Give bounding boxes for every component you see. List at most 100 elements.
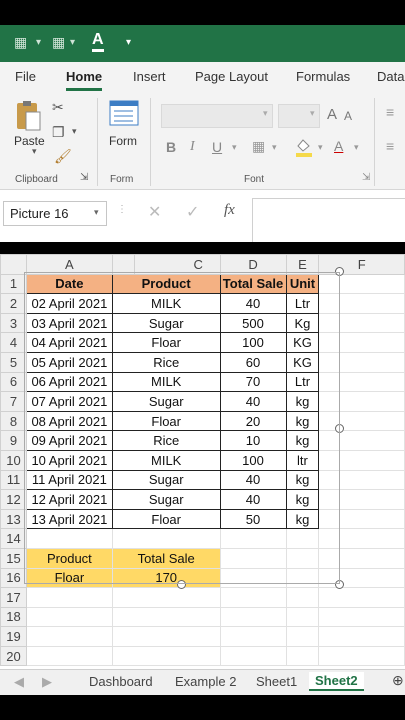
sheet-tab-sheet1[interactable]: Sheet1	[256, 674, 297, 689]
paste-icon[interactable]	[14, 100, 42, 132]
customize-quick-access-icon[interactable]: ▾	[126, 37, 131, 48]
form-icon[interactable]	[109, 100, 139, 126]
format-painter-icon[interactable]: 🖌	[54, 148, 72, 165]
cell-total-sale[interactable]: 500	[219, 312, 287, 334]
cell-product[interactable]: Floar	[111, 332, 221, 353]
cell[interactable]	[111, 606, 221, 628]
cell-total-sale[interactable]: 40	[219, 293, 287, 314]
column-header-e[interactable]: E	[285, 254, 320, 275]
cell[interactable]	[219, 547, 287, 569]
cell-total-sale[interactable]: 50	[219, 508, 287, 530]
row-header[interactable]: 11	[0, 469, 27, 491]
sheet-tab-dashboard[interactable]: Dashboard	[89, 674, 153, 689]
header-cell-product[interactable]: Product	[111, 273, 221, 295]
cell[interactable]	[318, 606, 405, 628]
lookup-total-value[interactable]: 170	[111, 567, 221, 589]
row-header[interactable]: 13	[0, 508, 27, 530]
cell-date[interactable]: 08 April 2021	[25, 410, 113, 432]
name-box[interactable]: Picture 16	[3, 201, 107, 226]
tab-formulas[interactable]: Formulas	[296, 69, 350, 84]
underline-button[interactable]: U	[212, 139, 222, 155]
cell[interactable]	[318, 371, 405, 393]
cell[interactable]	[318, 547, 405, 569]
cell[interactable]	[219, 626, 287, 647]
cell-total-sale[interactable]: 60	[219, 351, 287, 373]
dialog-launcher-icon[interactable]: ⇲	[80, 172, 88, 183]
cut-icon[interactable]: ✂	[52, 99, 64, 116]
resize-handle[interactable]	[177, 580, 186, 589]
cell-total-sale[interactable]: 20	[219, 410, 287, 432]
cell-total-sale[interactable]: 40	[219, 391, 287, 412]
row-header[interactable]: 12	[0, 489, 27, 510]
cell[interactable]	[318, 449, 405, 471]
column-header-b-c[interactable]: BC	[133, 254, 221, 275]
cell[interactable]	[318, 469, 405, 491]
chevron-down-icon[interactable]: ▾	[318, 142, 323, 153]
cell[interactable]	[318, 312, 405, 334]
cell-date[interactable]: 02 April 2021	[25, 293, 113, 314]
cell-unit[interactable]: kg	[285, 430, 320, 451]
cell[interactable]	[285, 567, 320, 589]
column-header-f[interactable]: F	[318, 254, 405, 275]
cell-table[interactable]: A BC D E F 1DateProductTotal SaleUnit202…	[0, 254, 405, 667]
cell-date[interactable]: 10 April 2021	[25, 449, 113, 471]
worksheet-grid[interactable]: A BC D E F 1DateProductTotal SaleUnit202…	[0, 254, 405, 669]
cell[interactable]	[25, 626, 113, 647]
cell-product[interactable]: Floar	[111, 410, 221, 432]
paste-button[interactable]: Paste	[14, 134, 45, 148]
cell[interactable]	[318, 645, 405, 667]
cell[interactable]	[318, 508, 405, 530]
cell[interactable]	[219, 587, 287, 608]
tab-insert[interactable]: Insert	[133, 69, 166, 84]
cell[interactable]	[111, 587, 221, 608]
borders-icon[interactable]: ▦	[252, 138, 265, 155]
row-header[interactable]: 16	[0, 567, 27, 589]
header-cell-total-sale[interactable]: Total Sale	[219, 273, 287, 295]
font-color-button[interactable]: A	[334, 138, 343, 154]
cell[interactable]	[219, 567, 287, 589]
scroll-right-icon[interactable]: ▶	[42, 674, 52, 690]
row-header[interactable]: 19	[0, 626, 27, 647]
cell-unit[interactable]: kg	[285, 489, 320, 510]
formula-input[interactable]	[252, 198, 405, 242]
cell-total-sale[interactable]: 100	[219, 332, 287, 353]
cell-date[interactable]: 09 April 2021	[25, 430, 113, 451]
cell[interactable]	[318, 489, 405, 510]
cell[interactable]	[285, 528, 320, 549]
font-name-dropdown[interactable]	[161, 104, 273, 128]
cell-date[interactable]: 06 April 2021	[25, 371, 113, 393]
align-top-icon[interactable]: ≡	[386, 104, 394, 120]
row-header[interactable]: 3	[0, 312, 27, 334]
cell[interactable]	[318, 410, 405, 432]
row-header[interactable]: 14	[0, 528, 27, 549]
row-header[interactable]: 20	[0, 645, 27, 667]
resize-handle[interactable]	[335, 424, 344, 433]
cell[interactable]	[318, 332, 405, 353]
cell-date[interactable]: 04 April 2021	[25, 332, 113, 353]
cell[interactable]	[25, 606, 113, 628]
cell[interactable]	[285, 645, 320, 667]
header-cell-date[interactable]: Date	[25, 273, 113, 295]
cell[interactable]	[25, 645, 113, 667]
sheet-tab-sheet2[interactable]: Sheet2	[309, 672, 364, 691]
cell-unit[interactable]: KG	[285, 351, 320, 373]
cell-unit[interactable]: Kg	[285, 312, 320, 334]
cell[interactable]	[318, 567, 405, 589]
cell-product[interactable]: Rice	[111, 351, 221, 373]
cell-product[interactable]: Rice	[111, 430, 221, 451]
cell-product[interactable]: MILK	[111, 293, 221, 314]
cell-total-sale[interactable]: 10	[219, 430, 287, 451]
save-icon[interactable]: ▦	[14, 34, 27, 51]
cell-product[interactable]: MILK	[111, 449, 221, 471]
cell[interactable]	[318, 293, 405, 314]
cell-unit[interactable]: kg	[285, 508, 320, 530]
cell[interactable]	[25, 528, 113, 549]
cell[interactable]	[318, 528, 405, 549]
cell[interactable]	[318, 587, 405, 608]
cell-date[interactable]: 11 April 2021	[25, 469, 113, 491]
tab-home[interactable]: Home	[66, 69, 103, 91]
column-header-d[interactable]: D	[219, 254, 287, 275]
chevron-down-icon[interactable]: ▾	[36, 37, 41, 48]
cell[interactable]	[318, 430, 405, 451]
bold-button[interactable]: B	[166, 139, 176, 155]
